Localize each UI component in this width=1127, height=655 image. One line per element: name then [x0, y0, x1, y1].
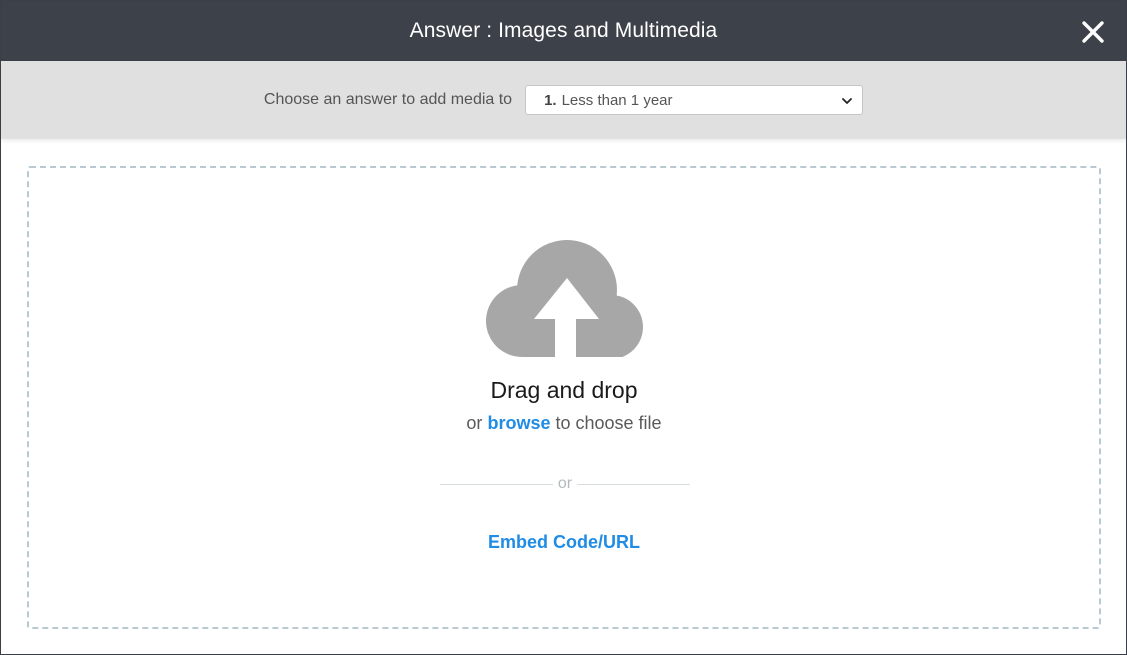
embed-code-url-link[interactable]: Embed Code/URL — [488, 532, 640, 552]
answer-toolbar: Choose an answer to add media to 1. Less… — [1, 61, 1126, 139]
modal-header: Answer : Images and Multimedia — [1, 1, 1126, 61]
modal-title: Answer : Images and Multimedia — [409, 19, 718, 42]
chevron-down-icon — [842, 98, 852, 104]
divider-line-left — [440, 483, 553, 485]
media-modal: Answer : Images and Multimedia Choose an… — [0, 0, 1127, 655]
browse-prefix: or — [466, 413, 483, 433]
browse-suffix: to choose file — [555, 413, 662, 433]
cloud-upload-icon — [486, 240, 643, 357]
browse-instructions: or browse to choose file — [29, 413, 1099, 434]
file-dropzone[interactable]: Drag and drop or browse to choose file o… — [27, 166, 1101, 629]
answer-select-number: 1. — [544, 91, 557, 109]
answer-select[interactable]: 1. Less than 1 year — [525, 85, 864, 115]
browse-link[interactable]: browse — [487, 413, 550, 433]
answer-select-label: Choose an answer to add media to — [263, 91, 513, 108]
answer-select-value: Less than 1 year — [561, 91, 673, 109]
close-icon[interactable] — [1080, 19, 1106, 45]
drag-and-drop-title: Drag and drop — [490, 377, 638, 403]
divider-line-right — [577, 483, 691, 485]
or-divider-text: or — [557, 475, 573, 492]
embed-code-row: Embed Code/URL — [29, 532, 1099, 553]
or-divider: or — [440, 474, 691, 494]
